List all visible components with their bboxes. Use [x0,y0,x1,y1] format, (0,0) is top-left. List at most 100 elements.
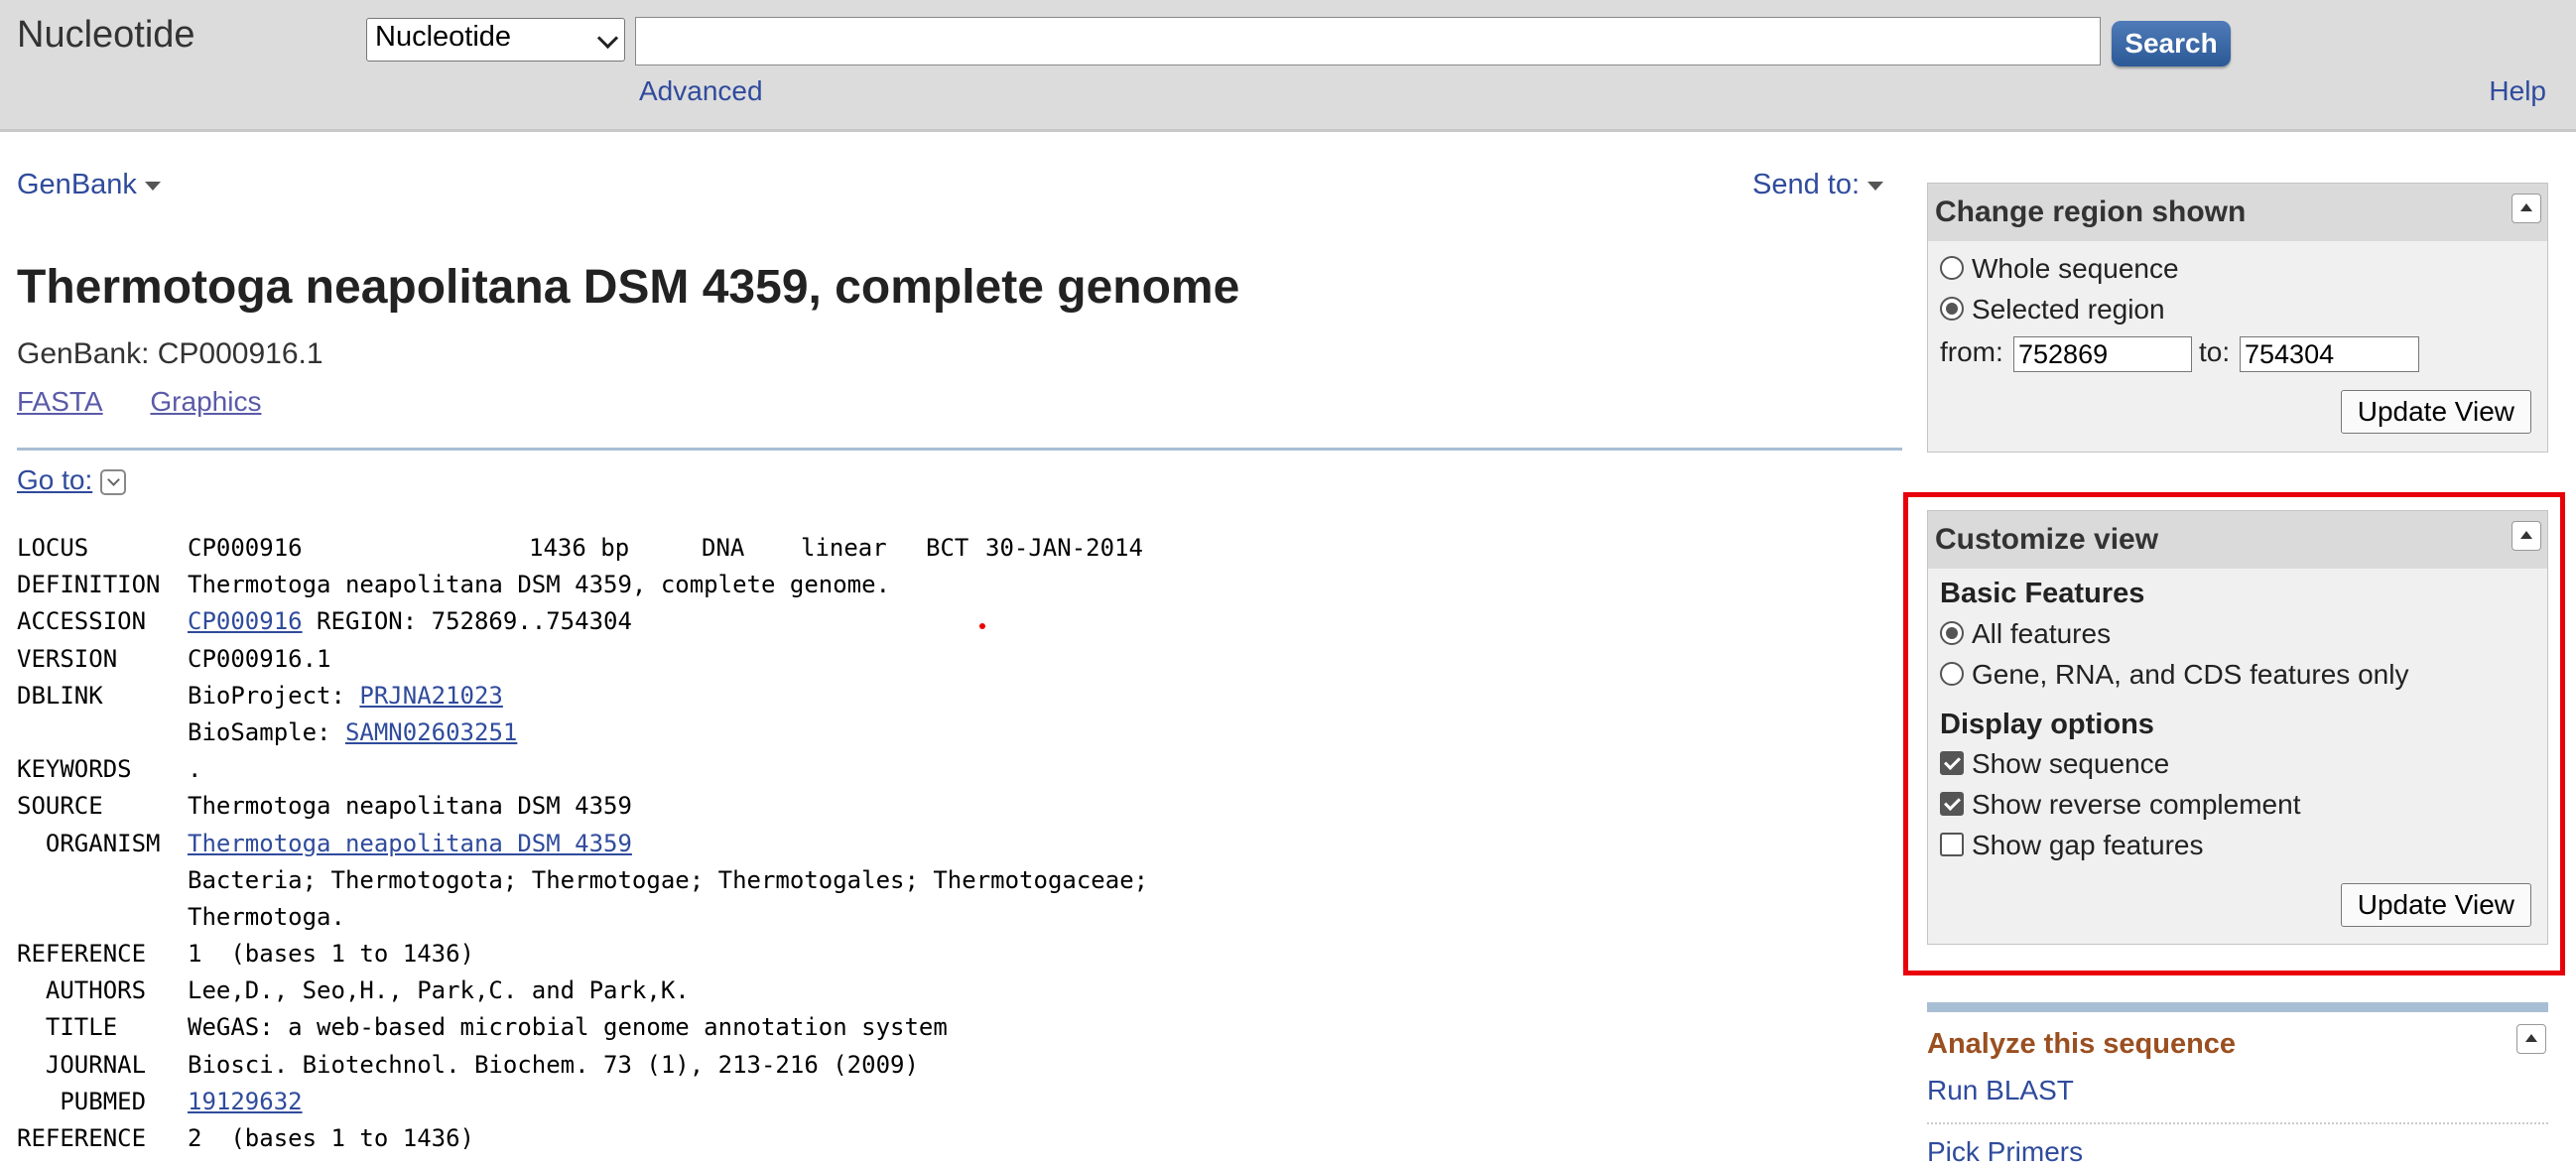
caret-down-icon [1868,181,1884,191]
reference-row: REFERENCE 2 (bases 1 to 1436) [17,1120,474,1157]
option-label: Selected region [1972,294,2165,324]
app-title[interactable]: Nucleotide [17,14,195,57]
field-key: ORGANISM [17,829,161,857]
field-key: VERSION [17,644,118,673]
fasta-link[interactable]: FASTA [17,386,103,417]
top-search-bar: Nucleotide Nucleotide Search Advanced He… [0,0,2576,132]
search-button[interactable]: Search [2112,21,2231,66]
advanced-search-link[interactable]: Advanced [639,75,763,107]
analyze-title: Analyze this sequence [1927,1028,2237,1060]
locus-length: 1436 bp [529,534,630,562]
option-label: Whole sequence [1972,253,2179,284]
to-input[interactable]: 754304 [2240,336,2419,372]
from-label: from: [1940,336,2003,367]
graphics-link[interactable]: Graphics [150,386,261,417]
field-value: Thermotoga neapolitana DSM 4359 [188,792,632,821]
database-select[interactable]: Nucleotide [366,18,625,62]
locus-name: CP000916 [188,534,303,562]
help-link[interactable]: Help [2489,75,2546,107]
field-value: 2 (bases 1 to 1436) [188,1124,474,1152]
field-value: WeGAS: a web-based microbial genome anno… [188,1013,948,1042]
field-key: SOURCE [17,792,103,821]
locus-key: LOCUS [17,534,89,562]
locus-type: DNA [702,534,745,562]
pubmed-row: PUBMED 19129632 [17,1084,302,1120]
send-to-label: Send to: [1752,169,1861,200]
goto-link[interactable]: Go to: [17,464,127,496]
chevron-down-icon [596,27,619,50]
pick-primers-link[interactable]: Pick Primers [1927,1136,2083,1168]
radio-selected-icon[interactable] [1940,297,1964,321]
authors-row: AUTHORS Lee,D., Seo,H., Park,C. and Park,… [17,973,690,1009]
page-title: Thermotoga neapolitana DSM 4359, complet… [17,261,1240,314]
lineage-row: Bacteria; Thermotogota; Thermotogae; The… [17,862,1148,899]
field-key: DEFINITION [17,571,161,599]
locus-division: BCT [926,534,969,562]
genbank-flatfile: LOCUS CP000916 1436 bp DNA linear BCT 30… [17,530,1148,1157]
organism-link[interactable]: Thermotoga neapolitana DSM 4359 [188,830,632,857]
definition-row: DEFINITION Thermotoga neapolitana DSM 435… [17,567,890,603]
collapse-icon[interactable] [2512,194,2541,223]
lineage-row: Thermotoga. [17,899,345,936]
change-region-panel: Change region shown Whole sequence Selec… [1927,183,2548,453]
field-key: DBLINK [17,681,103,710]
panel-title: Change region shown [1935,195,2247,228]
divider [17,448,1902,451]
send-to-menu[interactable]: Send to: [1752,169,1884,201]
to-label: to: [2199,336,2231,367]
journal-row: JOURNAL Biosci. Biotechnol. Biochem. 73 (… [17,1047,919,1084]
field-value: 1 (bases 1 to 1436) [188,940,474,969]
lineage-text: Bacteria; Thermotogota; Thermotogae; The… [188,865,1149,894]
database-select-value: Nucleotide [375,21,512,53]
reference-row: REFERENCE 1 (bases 1 to 1436) [17,936,474,973]
selected-region-option[interactable]: Selected region [1940,294,2165,325]
field-value: CP000916.1 [188,644,331,673]
analyze-divider [1927,1002,2548,1012]
bioproject-label: BioProject: [188,681,360,710]
field-key: REFERENCE [17,1124,147,1152]
pubmed-link[interactable]: 19129632 [188,1088,303,1115]
version-row: VERSION CP000916.1 [17,641,331,678]
biosample-link[interactable]: SAMN02603251 [345,718,517,746]
biosample-label: BioSample: [188,717,345,746]
field-key: PUBMED [17,1087,147,1115]
from-input[interactable]: 752869 [2013,336,2192,372]
whole-sequence-option[interactable]: Whole sequence [1940,253,2179,285]
locus-date: 30-JAN-2014 [985,534,1143,562]
field-key: TITLE [17,1013,118,1042]
field-value: Biosci. Biotechnol. Biochem. 73 (1), 213… [188,1050,919,1079]
field-key: KEYWORDS [17,755,132,784]
format-menu-label: GenBank [17,169,137,200]
bioproject-link[interactable]: PRJNA21023 [359,682,503,710]
accession-link[interactable]: CP000916 [188,607,303,635]
goto-label: Go to: [17,464,93,495]
accession-row: ACCESSION CP000916 REGION: 752869..754304 [17,603,632,640]
update-view-button[interactable]: Update View [2340,390,2531,434]
source-row: SOURCE Thermotoga neapolitana DSM 4359 [17,788,632,825]
locus-topology: linear [801,534,887,562]
field-value: Thermotoga neapolitana DSM 4359, complet… [188,571,891,599]
field-key: AUTHORS [17,976,147,1005]
expand-toggle-icon[interactable] [100,468,127,495]
radio-icon[interactable] [1940,256,1964,280]
run-blast-link[interactable]: Run BLAST [1927,1075,2074,1106]
field-key: ACCESSION [17,607,147,636]
organism-row: ORGANISM Thermotoga neapolitana DSM 4359 [17,826,632,862]
search-input[interactable] [635,17,2101,65]
keywords-row: KEYWORDS. [17,751,201,788]
field-key: REFERENCE [17,940,147,969]
divider [1927,1122,2548,1124]
caret-down-icon [144,181,161,191]
title-row: TITLE WeGAS: a web-based microbial genome… [17,1009,948,1046]
collapse-icon[interactable] [2516,1024,2546,1054]
field-value: Lee,D., Seo,H., Park,C. and Park,K. [188,976,690,1005]
field-value: . [188,755,202,784]
dblink-row: DBLINK BioProject: PRJNA21023 [17,678,503,714]
format-menu[interactable]: GenBank [17,169,161,201]
field-key: JOURNAL [17,1050,147,1079]
locus-row: LOCUS CP000916 1436 bp DNA linear BCT 30… [17,530,1143,567]
accession-line: GenBank: CP000916.1 [17,337,323,370]
cursor-marker [979,623,985,629]
lineage-text: Thermotoga. [188,902,345,931]
panel-header: Change region shown [1928,184,2547,241]
